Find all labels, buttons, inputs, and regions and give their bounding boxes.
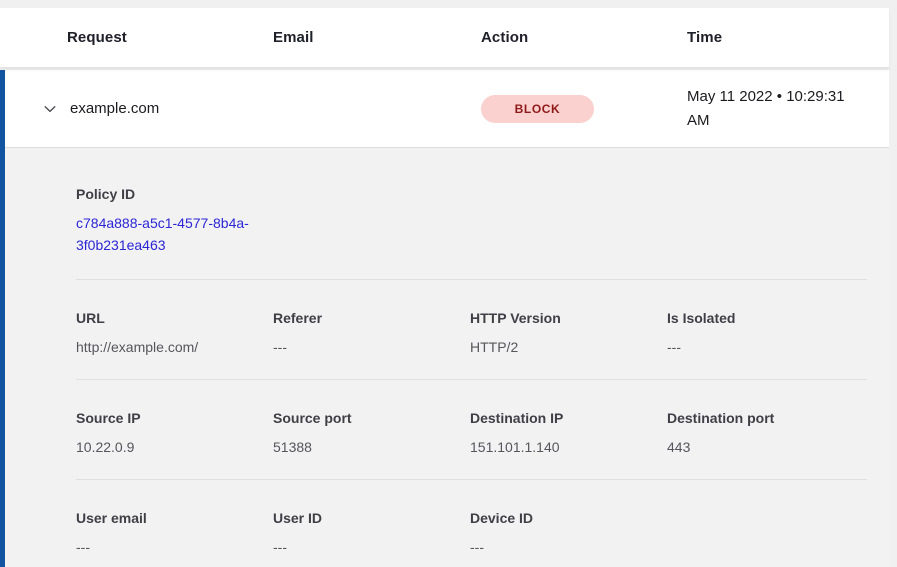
field-user-id-label: User ID xyxy=(273,508,470,528)
field-source-ip: Source IP 10.22.0.9 xyxy=(76,408,273,457)
table-header-row: Request Email Action Time xyxy=(0,8,889,68)
field-url: URL http://example.com/ xyxy=(76,308,273,357)
field-user-email-value: --- xyxy=(76,537,273,557)
field-user-id-value: --- xyxy=(273,537,470,557)
field-destination-ip: Destination IP 151.101.1.140 xyxy=(470,408,667,457)
action-cell: BLOCK xyxy=(481,95,687,123)
detail-section-user: User email --- User ID --- Device ID --- xyxy=(76,479,867,567)
log-table: Request Email Action Time example.com B xyxy=(0,8,889,567)
field-referer-value: --- xyxy=(273,337,470,357)
request-cell: example.com xyxy=(5,100,273,117)
row-details-panel: Policy ID c784a888-a5c1-4577-8b4a-3f0b23… xyxy=(5,148,889,567)
time-value: May 11 2022 • 10:29:31 AM xyxy=(687,85,859,133)
field-http-version-value: HTTP/2 xyxy=(470,337,667,357)
field-is-isolated: Is Isolated --- xyxy=(667,308,867,357)
field-url-value: http://example.com/ xyxy=(76,337,273,357)
field-url-label: URL xyxy=(76,308,273,328)
field-source-port-label: Source port xyxy=(273,408,470,428)
status-badge: BLOCK xyxy=(481,95,594,123)
field-destination-port-label: Destination port xyxy=(667,408,867,428)
field-empty xyxy=(667,508,867,557)
field-source-ip-label: Source IP xyxy=(76,408,273,428)
column-header-action: Action xyxy=(481,29,687,46)
field-user-id: User ID --- xyxy=(273,508,470,557)
field-referer: Referer --- xyxy=(273,308,470,357)
field-source-port: Source port 51388 xyxy=(273,408,470,457)
column-header-time: Time xyxy=(687,29,889,46)
field-destination-ip-value: 151.101.1.140 xyxy=(470,437,667,457)
time-cell: May 11 2022 • 10:29:31 AM xyxy=(687,85,889,133)
field-device-id-label: Device ID xyxy=(470,508,667,528)
field-device-id: Device ID --- xyxy=(470,508,667,557)
field-is-isolated-value: --- xyxy=(667,337,867,357)
field-user-email: User email --- xyxy=(76,508,273,557)
detail-section-http: URL http://example.com/ Referer --- HTTP… xyxy=(76,279,867,379)
policy-id-link[interactable]: c784a888-a5c1-4577-8b4a-3f0b231ea463 xyxy=(76,212,272,256)
field-referer-label: Referer xyxy=(273,308,470,328)
detail-section-network: Source IP 10.22.0.9 Source port 51388 De… xyxy=(76,379,867,479)
field-source-ip-value: 10.22.0.9 xyxy=(76,437,273,457)
chevron-down-icon[interactable] xyxy=(42,101,58,117)
field-user-email-label: User email xyxy=(76,508,273,528)
field-source-port-value: 51388 xyxy=(273,437,470,457)
field-device-id-value: --- xyxy=(470,537,667,557)
request-value: example.com xyxy=(70,100,159,117)
field-destination-port: Destination port 443 xyxy=(667,408,867,457)
field-is-isolated-label: Is Isolated xyxy=(667,308,867,328)
column-header-request: Request xyxy=(0,29,273,46)
policy-id-label: Policy ID xyxy=(76,184,867,204)
field-http-version-label: HTTP Version xyxy=(470,308,667,328)
field-destination-port-value: 443 xyxy=(667,437,867,457)
expanded-row-group: example.com BLOCK May 11 2022 • 10:29:31… xyxy=(0,70,889,567)
policy-section: Policy ID c784a888-a5c1-4577-8b4a-3f0b23… xyxy=(76,148,867,279)
page: Request Email Action Time example.com B xyxy=(0,0,897,567)
table-row[interactable]: example.com BLOCK May 11 2022 • 10:29:31… xyxy=(5,70,889,148)
field-http-version: HTTP Version HTTP/2 xyxy=(470,308,667,357)
field-destination-ip-label: Destination IP xyxy=(470,408,667,428)
column-header-email: Email xyxy=(273,29,481,46)
